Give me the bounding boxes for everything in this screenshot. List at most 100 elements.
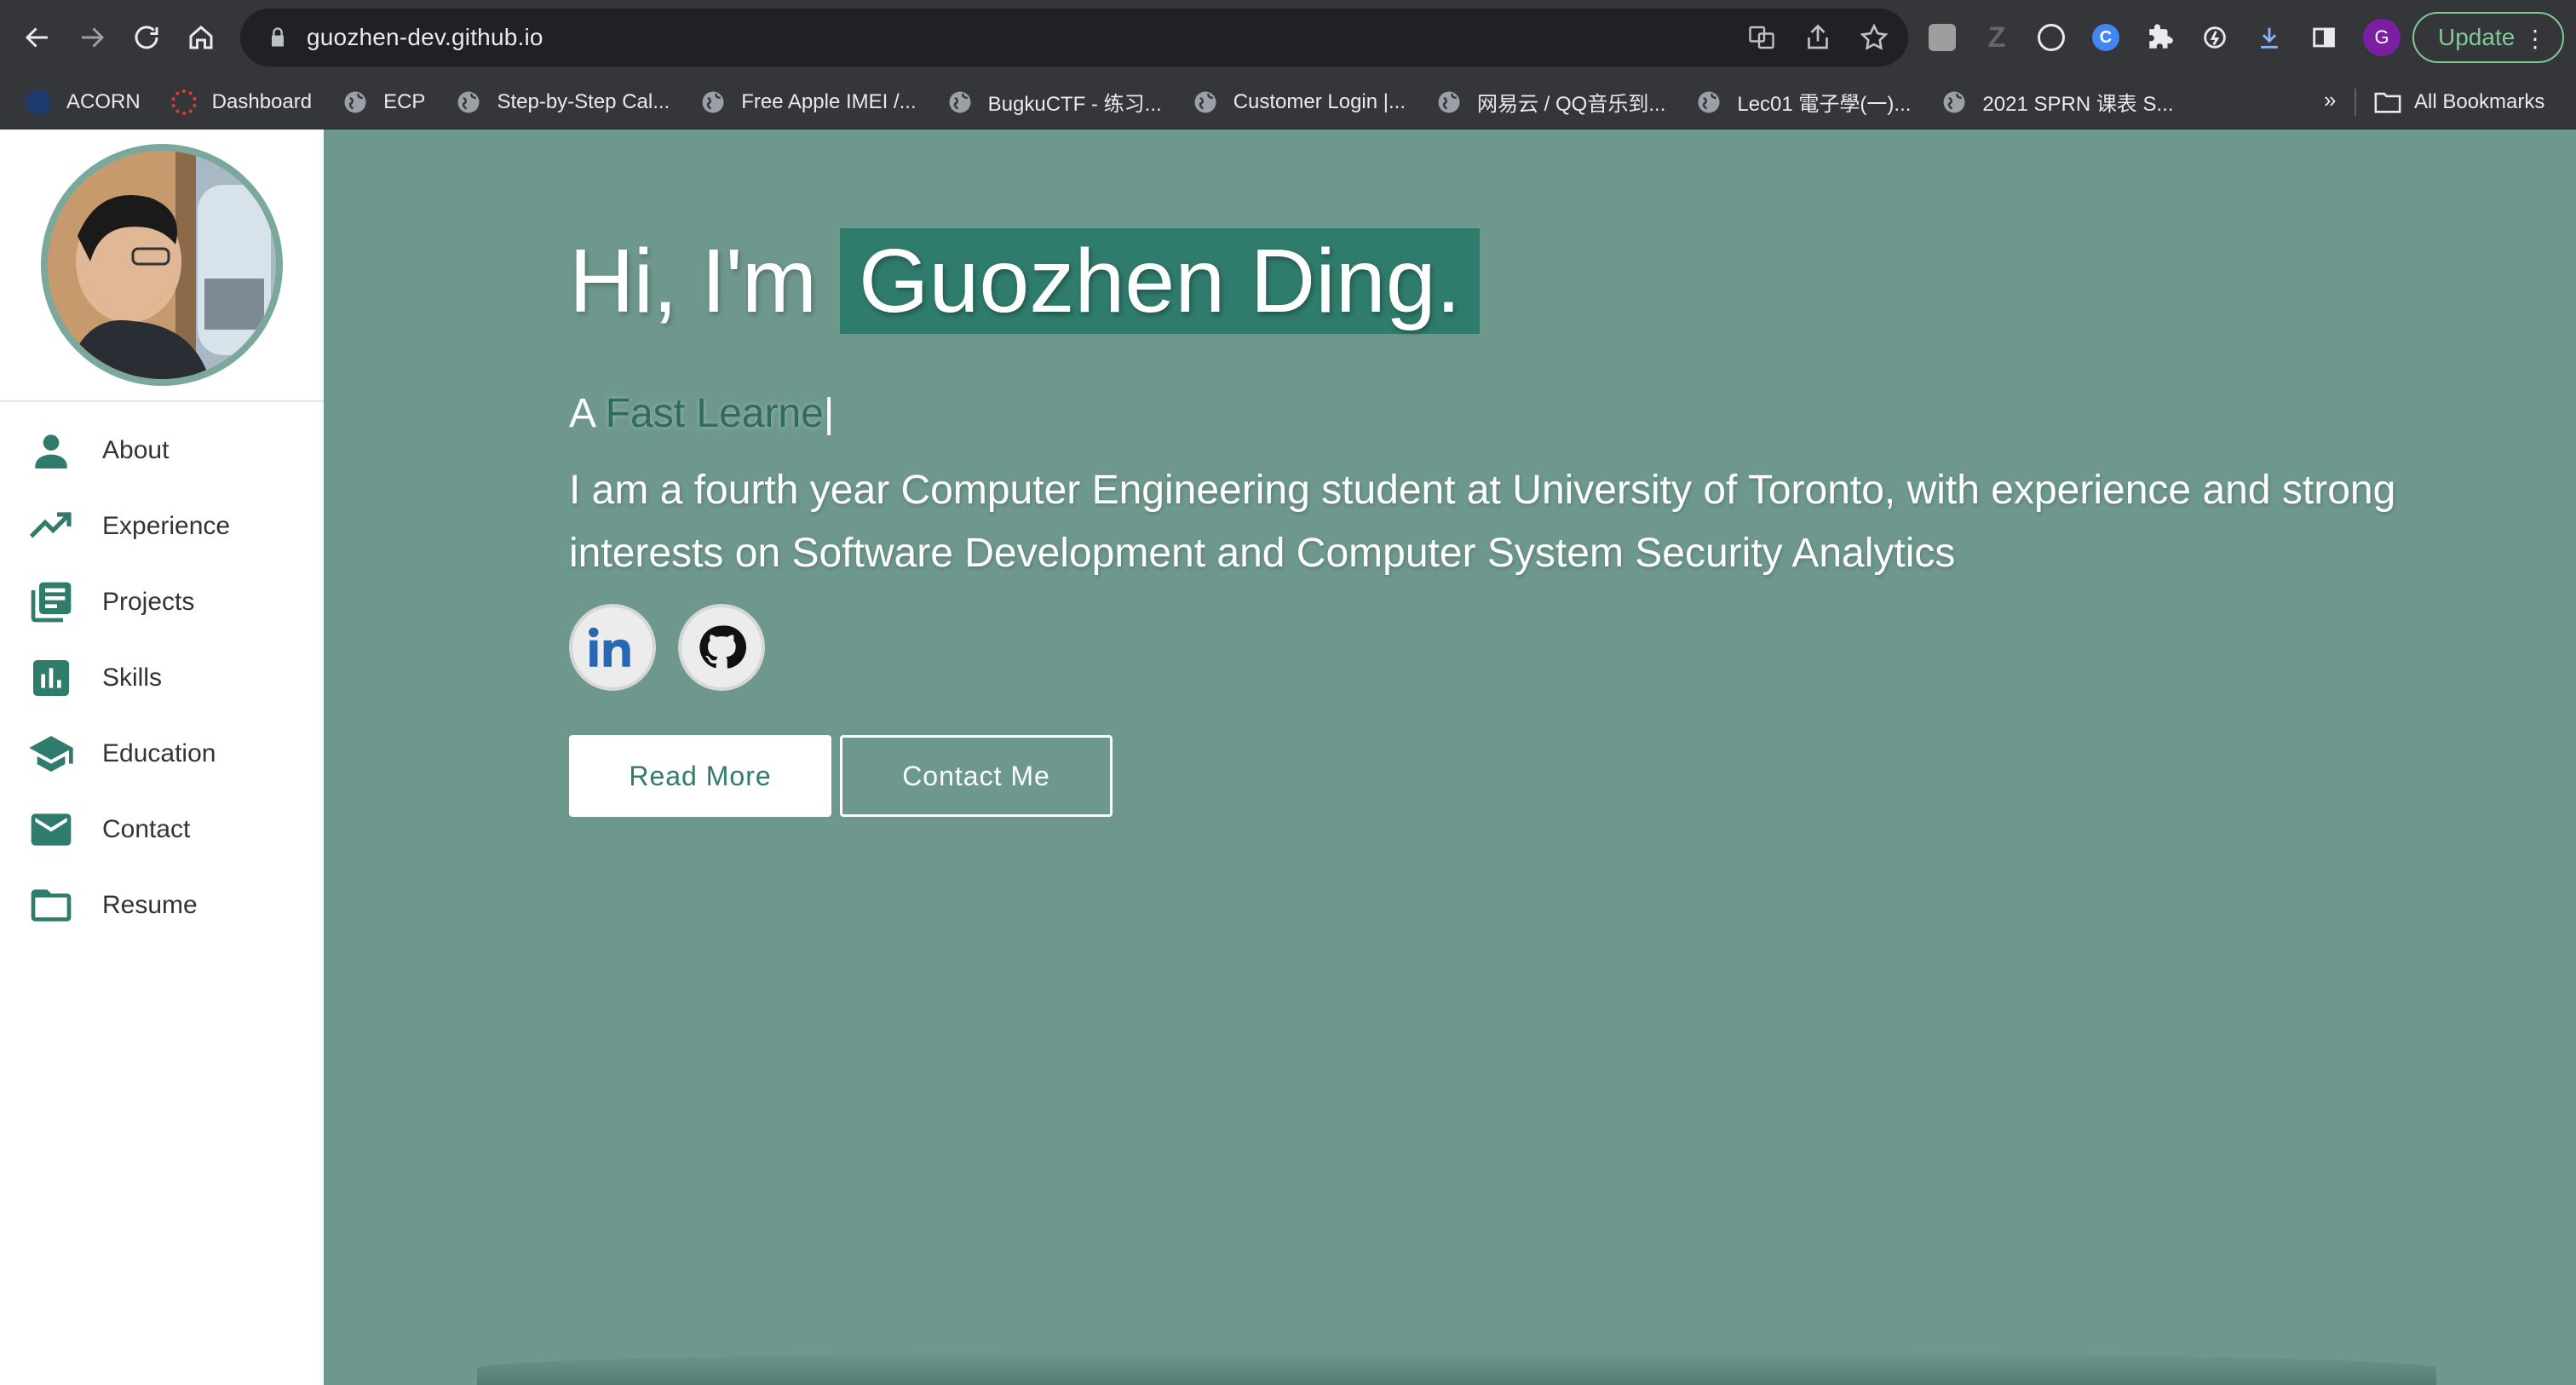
name-highlight: Guozhen Ding. bbox=[840, 228, 1481, 334]
browser-toolbar: guozhen-dev.github.io Z C G Update ⋮ bbox=[0, 0, 2576, 75]
bookmark-item[interactable]: ECP bbox=[342, 89, 425, 115]
more-bookmarks-icon[interactable]: » bbox=[2324, 87, 2336, 113]
typed-tagline: A Fast Learne| bbox=[569, 390, 2426, 437]
bookmark-item[interactable]: Free Apple IMEI /... bbox=[700, 89, 917, 115]
globe-icon bbox=[949, 91, 971, 112]
reload-icon[interactable] bbox=[119, 10, 174, 65]
bookmark-label: Free Apple IMEI /... bbox=[741, 89, 917, 113]
puzzle-extensions-icon[interactable] bbox=[2145, 22, 2176, 53]
forward-icon[interactable] bbox=[65, 10, 119, 65]
sidebar: About Experience Projects Skills Educati… bbox=[0, 129, 324, 1385]
share-icon[interactable] bbox=[1803, 22, 1833, 53]
typing-caret: | bbox=[823, 391, 835, 436]
globe-icon bbox=[1194, 91, 1216, 112]
acorn-icon bbox=[26, 89, 51, 115]
sidebar-item-experience[interactable]: Experience bbox=[0, 488, 324, 564]
bookmark-item[interactable]: Dashboard bbox=[170, 89, 313, 115]
sidebar-nav: About Experience Projects Skills Educati… bbox=[0, 402, 324, 943]
performance-icon[interactable] bbox=[2199, 22, 2230, 53]
tagline-prefix: A bbox=[569, 391, 595, 436]
address-bar[interactable]: guozhen-dev.github.io bbox=[240, 9, 1908, 66]
extension-z-icon[interactable]: Z bbox=[1981, 21, 2012, 54]
decorative-shadow bbox=[477, 1351, 2436, 1385]
extension-password-icon[interactable] bbox=[2036, 22, 2067, 53]
bookmark-label: ECP bbox=[383, 89, 426, 113]
bookmark-label: 网易云 / QQ音乐到... bbox=[1477, 93, 1666, 116]
globe-icon bbox=[1943, 91, 1965, 112]
sidebar-item-label: Contact bbox=[102, 814, 191, 843]
all-bookmarks-button[interactable]: All Bookmarks bbox=[2373, 75, 2544, 129]
update-label: Update bbox=[2438, 24, 2516, 50]
globe-icon bbox=[457, 91, 480, 112]
profile-photo bbox=[41, 144, 283, 386]
read-more-button[interactable]: Read More bbox=[569, 735, 831, 817]
bookmark-label: Customer Login |... bbox=[1233, 89, 1406, 113]
bookmark-item[interactable]: 网易云 / QQ音乐到... bbox=[1436, 87, 1665, 117]
sidebar-item-label: Projects bbox=[102, 587, 195, 616]
bio-text: I am a fourth year Computer Engineering … bbox=[569, 468, 2396, 576]
bookmark-item[interactable]: Lec01 電子學(一)... bbox=[1696, 87, 1911, 117]
dashboard-icon bbox=[170, 89, 197, 115]
social-links bbox=[569, 604, 2426, 691]
update-button[interactable]: Update ⋮ bbox=[2412, 12, 2564, 63]
contact-me-button[interactable]: Contact Me bbox=[840, 735, 1113, 817]
page-content: About Experience Projects Skills Educati… bbox=[0, 129, 2576, 1385]
bookmark-item[interactable]: BugkuCTF - 练习... bbox=[947, 87, 1162, 117]
home-icon[interactable] bbox=[174, 10, 228, 65]
bookmark-item[interactable]: ACORN bbox=[26, 89, 141, 115]
sidebar-item-about[interactable]: About bbox=[0, 412, 324, 488]
hero-heading: Hi, I'm Guozhen Ding. bbox=[569, 228, 2426, 334]
menu-dots-icon[interactable]: ⋮ bbox=[2523, 24, 2547, 55]
bookmark-label: 2021 SPRN 课表 S... bbox=[1982, 93, 2174, 116]
sidebar-item-skills[interactable]: Skills bbox=[0, 640, 324, 715]
bookmark-label: ACORN bbox=[66, 89, 141, 113]
bookmark-label: Step-by-Step Cal... bbox=[497, 89, 670, 113]
bookmarks-bar: ACORN Dashboard ECP Step-by-Step Cal... … bbox=[0, 75, 2576, 129]
bookmark-label: Dashboard bbox=[211, 89, 313, 113]
email-icon bbox=[31, 813, 72, 846]
library-books-icon bbox=[31, 582, 72, 622]
bookmark-item[interactable]: Customer Login |... bbox=[1193, 89, 1406, 115]
trending-up-icon bbox=[29, 511, 72, 537]
sidebar-item-education[interactable]: Education bbox=[0, 715, 324, 791]
sidebar-item-label: Education bbox=[102, 738, 216, 767]
bookmark-star-icon[interactable] bbox=[1859, 22, 1889, 53]
greeting-text: Hi, I'm bbox=[569, 230, 817, 331]
translate-icon[interactable] bbox=[1746, 22, 1777, 53]
sidebar-item-label: Experience bbox=[102, 511, 231, 540]
sidebar-item-label: Skills bbox=[102, 663, 163, 692]
extension-kanji-icon[interactable] bbox=[1927, 22, 1958, 53]
profile-section bbox=[0, 129, 324, 402]
folder-icon bbox=[2374, 92, 2401, 113]
side-panel-icon[interactable] bbox=[2309, 22, 2339, 53]
linkedin-link[interactable] bbox=[569, 604, 656, 691]
download-icon[interactable] bbox=[2254, 22, 2285, 53]
globe-icon bbox=[702, 91, 724, 112]
sidebar-item-resume[interactable]: Resume bbox=[0, 867, 324, 943]
folder-icon bbox=[31, 888, 72, 922]
school-icon bbox=[29, 735, 73, 772]
profile-avatar[interactable]: G bbox=[2363, 19, 2401, 56]
url-text[interactable]: guozhen-dev.github.io bbox=[307, 24, 543, 51]
github-link[interactable] bbox=[678, 604, 765, 691]
all-bookmarks-label: All Bookmarks bbox=[2414, 90, 2545, 113]
bookmark-item[interactable]: Step-by-Step Cal... bbox=[456, 89, 670, 115]
sidebar-item-projects[interactable]: Projects bbox=[0, 564, 324, 640]
github-icon bbox=[699, 625, 746, 669]
hero-section: Hi, I'm Guozhen Ding. A Fast Learne| I a… bbox=[569, 228, 2426, 817]
linkedin-icon bbox=[589, 627, 630, 667]
lock-icon bbox=[272, 27, 284, 47]
bookmark-item[interactable]: 2021 SPRN 课表 S... bbox=[1941, 87, 2174, 117]
globe-icon bbox=[1698, 91, 1720, 112]
back-icon[interactable] bbox=[10, 10, 65, 65]
divider bbox=[2355, 89, 2356, 116]
extensions-bar: Z C G bbox=[1927, 9, 2401, 66]
bar-chart-icon bbox=[33, 659, 69, 696]
sidebar-item-contact[interactable]: Contact bbox=[0, 791, 324, 867]
globe-icon bbox=[344, 91, 366, 112]
sidebar-item-label: About bbox=[102, 435, 170, 464]
bookmark-label: BugkuCTF - 练习... bbox=[987, 93, 1162, 116]
person-icon bbox=[35, 434, 67, 468]
extension-c-icon[interactable]: C bbox=[2090, 22, 2121, 53]
sidebar-item-label: Resume bbox=[102, 890, 198, 919]
